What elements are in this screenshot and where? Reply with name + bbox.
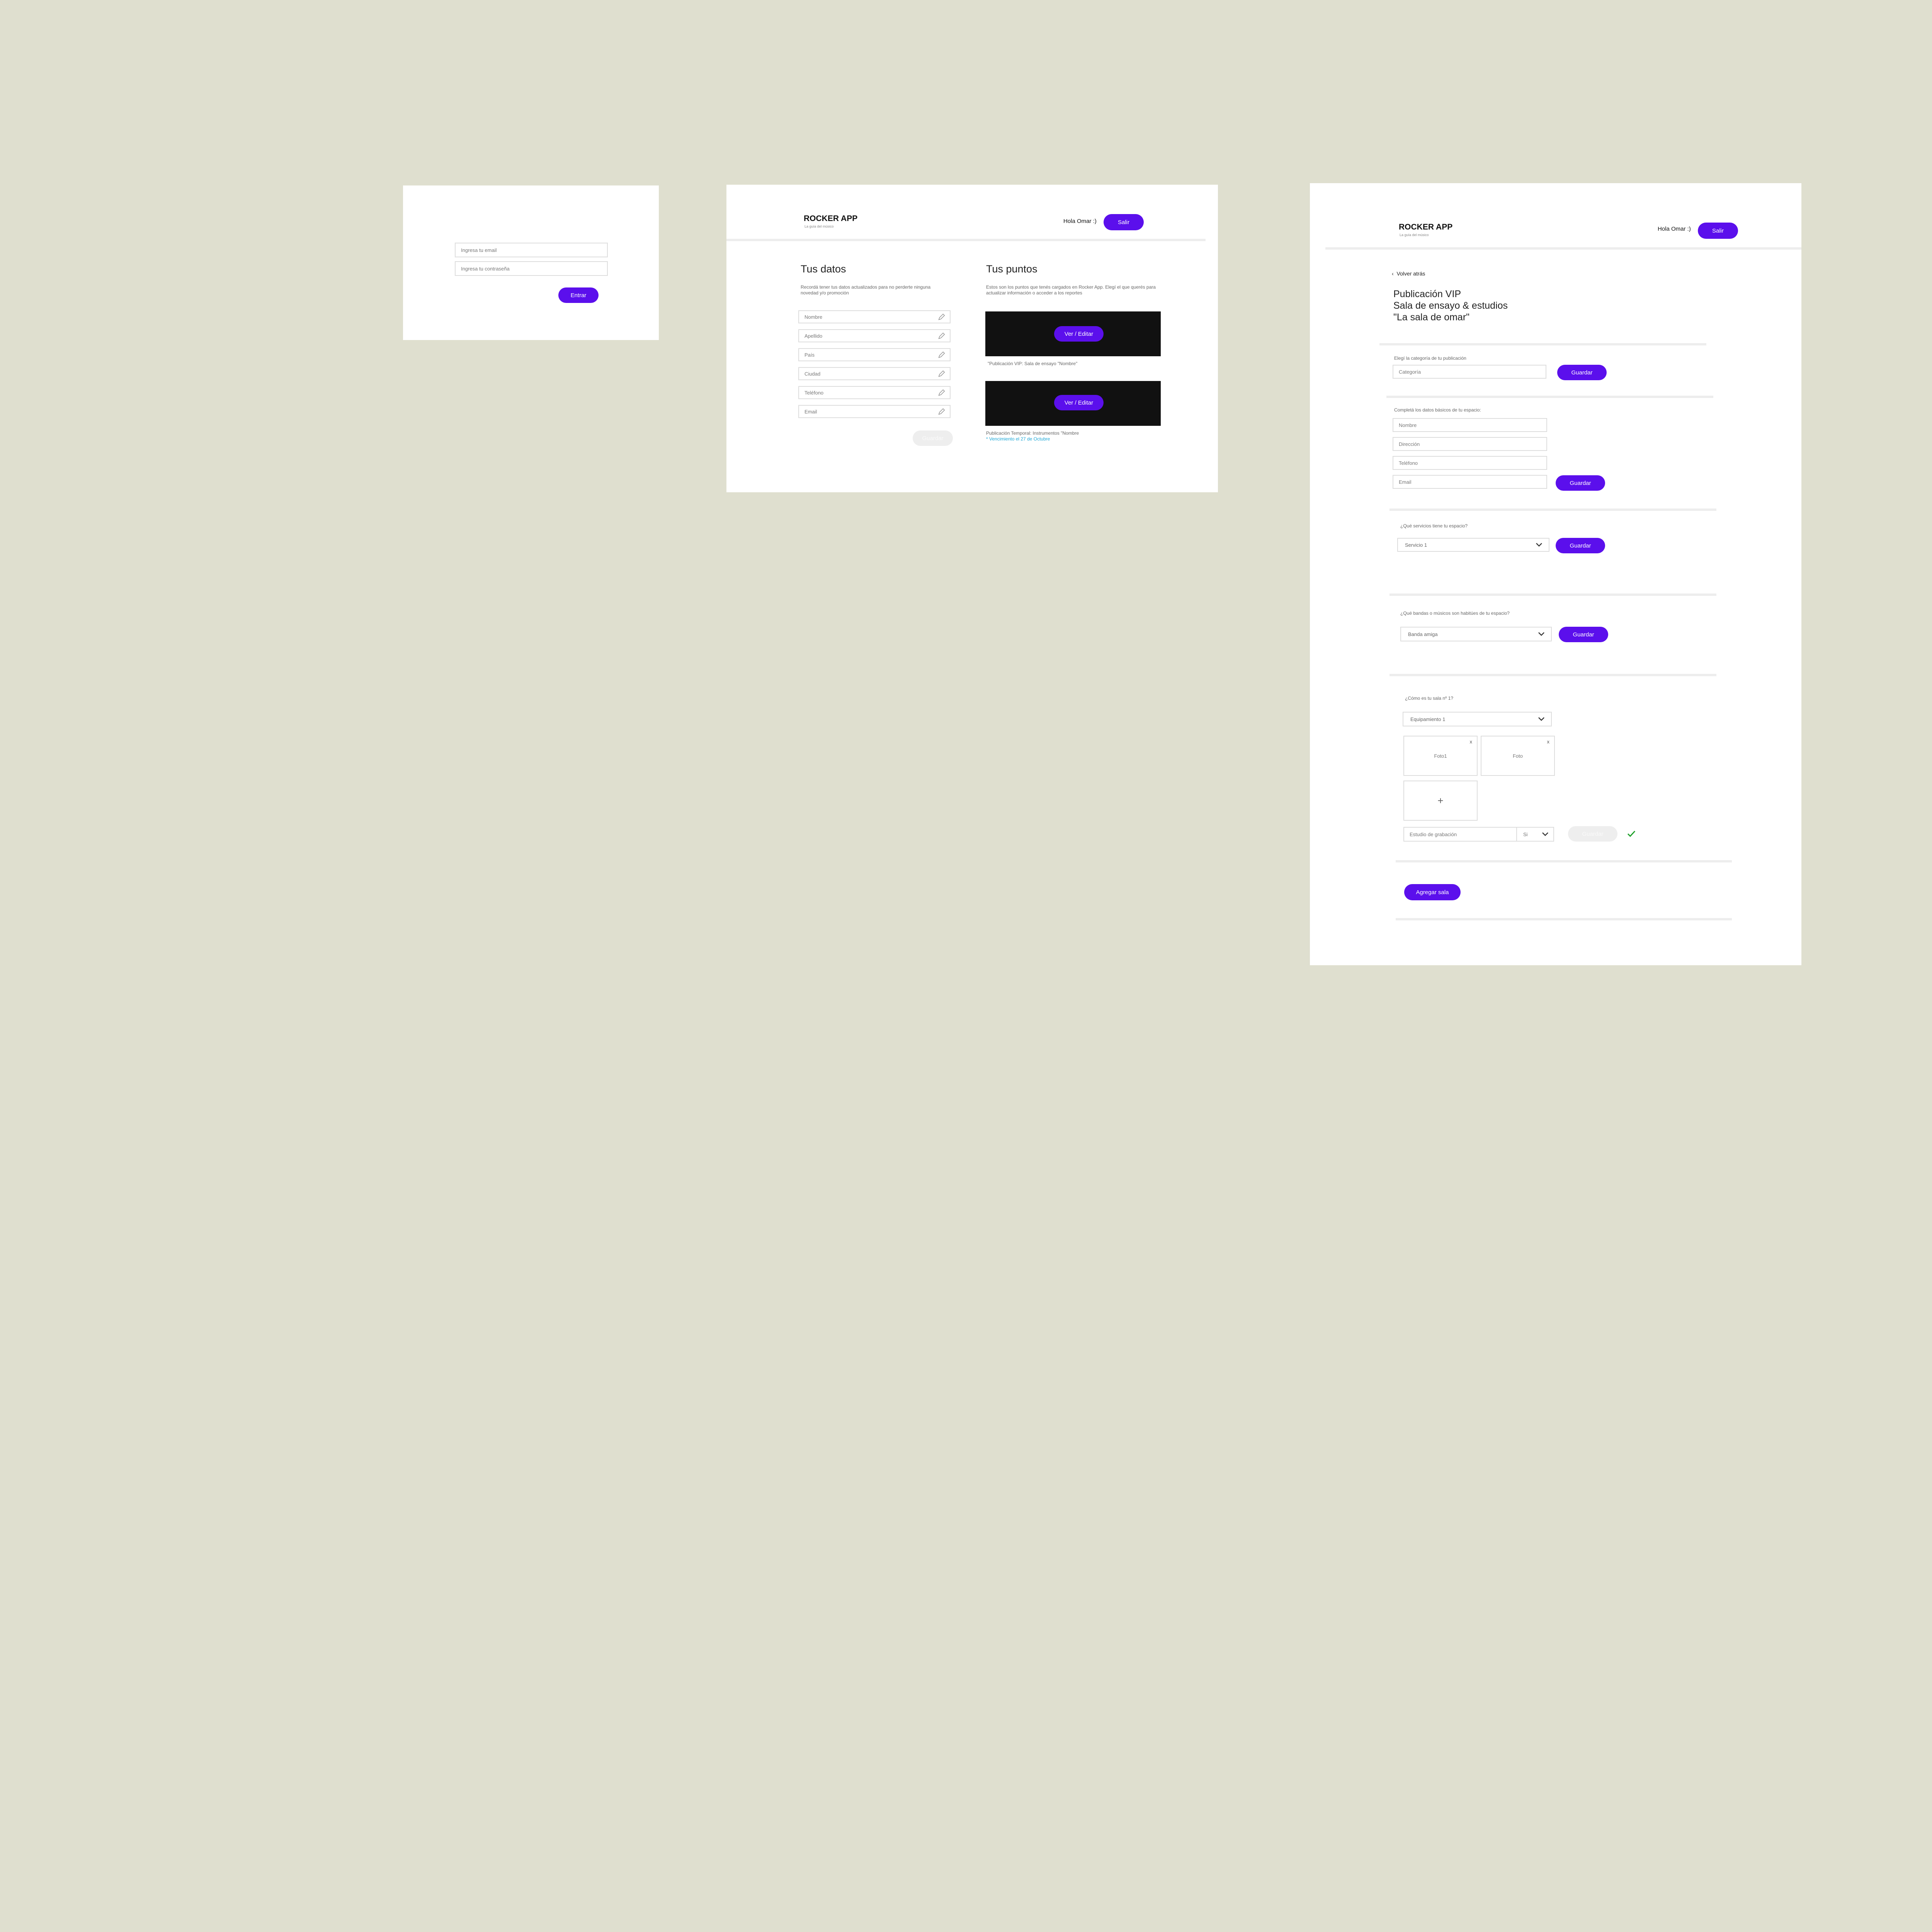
add-photo-button[interactable]: + — [1403, 781, 1478, 821]
logout-button[interactable]: Salir — [1104, 214, 1144, 230]
close-icon[interactable]: x — [1547, 739, 1550, 745]
point-card[interactable]: Ver / Editar — [985, 311, 1161, 356]
section-divider — [1386, 396, 1713, 398]
close-icon[interactable]: x — [1470, 739, 1473, 745]
field-label: Teléfono — [804, 389, 824, 396]
check-icon — [1627, 830, 1636, 837]
app-logo: ROCKER APP — [804, 214, 858, 223]
category-input[interactable]: Categoría — [1393, 365, 1546, 379]
app-tagline: La guía del músico — [1400, 233, 1429, 237]
bands-select[interactable]: Banda amiga — [1400, 627, 1552, 641]
category-save-button[interactable]: Guardar — [1557, 365, 1607, 380]
profile-title: Tus datos — [801, 263, 846, 275]
chevron-left-icon: ‹ — [1392, 270, 1395, 277]
services-save-button[interactable]: Guardar — [1556, 538, 1605, 553]
bands-label: ¿Qué bandas o músicos son habitúes de tu… — [1400, 611, 1510, 616]
services-label: ¿Qué servicios tiene tu espacio? — [1400, 523, 1468, 529]
chevron-down-icon — [1538, 717, 1544, 721]
chevron-down-icon — [1536, 543, 1542, 547]
email-input[interactable]: Ingresa tu email — [455, 243, 608, 257]
pencil-icon[interactable] — [937, 332, 946, 340]
recording-field: Estudio de grabación Si — [1403, 827, 1554, 842]
category-label: Elegí la categoría de tu publicación — [1394, 355, 1466, 361]
point-card-expiry: * Vencimiento el 27 de Octubre — [986, 436, 1050, 442]
recording-selected: Si — [1523, 831, 1528, 837]
photo-slot[interactable]: x Foto — [1481, 736, 1555, 776]
pencil-icon[interactable] — [937, 350, 946, 359]
editor-frame: ROCKER APP La guía del músico Hola Omar … — [1310, 183, 1801, 965]
section-divider — [1389, 594, 1716, 596]
bands-save-button[interactable]: Guardar — [1559, 627, 1608, 642]
app-tagline: La guía del músico — [804, 224, 834, 228]
bands-selected: Banda amiga — [1408, 631, 1438, 637]
login-frame: Ingresa tu email Ingresa tu contraseña E… — [403, 185, 659, 340]
title-line: Sala de ensayo & estudios — [1393, 300, 1508, 311]
point-card[interactable]: Ver / Editar — [985, 381, 1161, 426]
plus-icon: + — [1437, 794, 1444, 806]
equipment-select[interactable]: Equipamiento 1 — [1403, 712, 1552, 726]
title-line: Publicación VIP — [1393, 289, 1461, 299]
services-selected: Servicio 1 — [1405, 542, 1427, 548]
basic-field-direccion[interactable]: Dirección — [1393, 437, 1547, 451]
greeting: Hola Omar :) — [1063, 218, 1097, 224]
pencil-icon[interactable] — [937, 313, 946, 321]
section-divider — [1396, 860, 1732, 862]
header-divider — [726, 239, 1206, 241]
basic-field-nombre[interactable]: Nombre — [1393, 418, 1547, 432]
basic-data-label: Completá los datos básicos de tu espacio… — [1394, 407, 1481, 413]
section-divider — [1396, 918, 1732, 920]
section-divider — [1389, 509, 1716, 511]
back-link-label: Volver atrás — [1396, 270, 1425, 277]
room-label: ¿Cómo es tu sala nº 1? — [1405, 696, 1454, 701]
field-label: Apellido — [804, 333, 823, 339]
pencil-icon[interactable] — [937, 369, 946, 378]
photo-label: Foto — [1512, 753, 1523, 759]
add-room-button[interactable]: Agregar sala — [1404, 884, 1461, 900]
profile-save-button[interactable]: Guardar — [913, 430, 953, 446]
field-label: Ciudad — [804, 371, 821, 377]
room-save-button[interactable]: Guardar — [1568, 826, 1617, 842]
recording-select[interactable]: Si — [1516, 828, 1553, 841]
photo-slot[interactable]: x Foto1 — [1403, 736, 1478, 776]
point-card-caption: "Publicación VIP: Sala de ensayo "Nombre… — [988, 361, 1078, 366]
chevron-down-icon — [1542, 832, 1548, 836]
profile-field-nombre[interactable]: Nombre — [798, 310, 951, 323]
profile-field-ciudad[interactable]: Ciudad — [798, 367, 951, 380]
field-label: Nombre — [804, 314, 823, 320]
profile-description: Recordá tener tus datos actualizados par… — [801, 284, 931, 296]
chevron-down-icon — [1538, 632, 1544, 636]
field-label: País — [804, 352, 815, 358]
view-edit-button[interactable]: Ver / Editar — [1054, 395, 1104, 410]
header-divider — [1325, 247, 1801, 250]
equipment-selected: Equipamiento 1 — [1410, 716, 1446, 722]
profile-frame: ROCKER APP La guía del músico Hola Omar … — [726, 185, 1218, 492]
recording-label: Estudio de grabación — [1410, 831, 1457, 837]
page-title: Publicación VIP Sala de ensayo & estudio… — [1393, 288, 1508, 323]
basic-field-telefono[interactable]: Teléfono — [1393, 456, 1547, 470]
app-logo: ROCKER APP — [1399, 223, 1453, 231]
points-title: Tus puntos — [986, 263, 1037, 275]
profile-field-telefono[interactable]: Teléfono — [798, 386, 951, 399]
profile-field-email[interactable]: Email — [798, 405, 951, 418]
basic-save-button[interactable]: Guardar — [1556, 475, 1605, 491]
section-divider — [1389, 674, 1716, 676]
greeting: Hola Omar :) — [1658, 226, 1691, 232]
back-link[interactable]: ‹ Volver atrás — [1392, 270, 1425, 277]
pencil-icon[interactable] — [937, 388, 946, 397]
profile-field-apellido[interactable]: Apellido — [798, 329, 951, 342]
basic-field-email[interactable]: Email — [1393, 475, 1547, 489]
photo-label: Foto1 — [1434, 753, 1447, 759]
point-card-caption: Publicación Temporal: Instrumentos "Nomb… — [986, 430, 1079, 436]
logout-button[interactable]: Salir — [1698, 223, 1738, 239]
services-select[interactable]: Servicio 1 — [1397, 538, 1549, 552]
field-label: Email — [804, 408, 817, 415]
login-button[interactable]: Entrar — [558, 287, 599, 303]
points-description: Estos son los puntos que tenés cargados … — [986, 284, 1156, 296]
profile-field-pais[interactable]: País — [798, 348, 951, 361]
view-edit-button[interactable]: Ver / Editar — [1054, 326, 1104, 342]
title-line: "La sala de omar" — [1393, 312, 1470, 323]
password-input[interactable]: Ingresa tu contraseña — [455, 261, 608, 276]
pencil-icon[interactable] — [937, 407, 946, 416]
section-divider — [1379, 343, 1706, 345]
